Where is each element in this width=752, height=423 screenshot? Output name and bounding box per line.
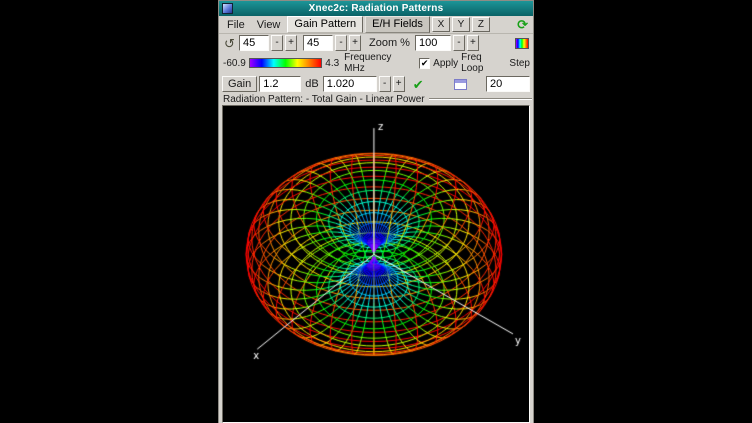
apply-label[interactable]: Apply [433,58,458,69]
radiation-plot-canvas[interactable] [223,106,530,423]
gain-row: Gain dB - + ✔ [219,75,533,93]
incline-decrement-button[interactable]: - [335,35,347,51]
x-axis-button[interactable]: X [432,17,450,32]
rotate-increment-button[interactable]: + [285,35,297,51]
pattern-frame-header: Radiation Pattern: - Total Gain - Linear… [219,93,533,105]
rotate-spinner[interactable] [239,35,269,51]
zoom-decrement-button[interactable]: - [453,35,465,51]
frequency-label: Frequency MHz [344,52,414,74]
apply-frequency-check-icon[interactable]: ✔ [413,78,424,91]
scale-min-value: -60.9 [223,58,246,69]
zoom-label: Zoom % [369,37,410,49]
titlebar[interactable]: Xnec2c: Radiation Patterns [219,1,533,16]
zoom-spinner[interactable] [415,35,451,51]
new-window-icon[interactable] [454,79,467,90]
gain-button[interactable]: Gain [222,76,257,92]
menu-file[interactable]: File [222,17,250,33]
steps-field[interactable] [486,76,530,92]
y-axis-button[interactable]: Y [452,17,470,32]
tab-eh-fields[interactable]: E/H Fields [365,16,430,33]
rotate-decrement-button[interactable]: - [271,35,283,51]
incline-increment-button[interactable]: + [349,35,361,51]
pattern-header-rule [429,98,532,100]
scale-max-value: 4.3 [325,58,339,69]
freq-loop-label[interactable]: Freq Loop [461,52,506,74]
radiation-plot-area [222,105,530,423]
menu-view[interactable]: View [252,17,286,33]
frequency-decrement-button[interactable]: - [379,76,391,92]
step-label: Step [509,58,530,69]
apply-checkbox[interactable]: ✔ [419,58,430,69]
menubar: File View Gain Pattern E/H Fields X Y Z … [219,16,533,34]
frequency-increment-button[interactable]: + [393,76,405,92]
window-icon [222,3,233,14]
view-controls-row: ↺ - + - + Zoom % - + [219,34,533,52]
frequency-spinner[interactable] [323,76,377,92]
zoom-increment-button[interactable]: + [467,35,479,51]
freq-loop-icon[interactable]: ⟳ [517,18,530,31]
xnec2c-radiation-patterns-window: Xnec2c: Radiation Patterns File View Gai… [218,0,534,423]
rotate-reset-icon[interactable]: ↺ [222,37,237,50]
incline-spinner[interactable] [303,35,333,51]
gain-value-field[interactable] [259,76,301,92]
colormap-icon[interactable] [515,38,529,49]
db-unit-label: dB [305,78,318,90]
desktop-background: Xnec2c: Radiation Patterns File View Gai… [0,0,752,423]
z-axis-button[interactable]: Z [472,17,490,32]
pattern-header-text: Radiation Pattern: - Total Gain - Linear… [223,94,425,105]
tab-gain-pattern[interactable]: Gain Pattern [287,16,363,33]
color-scale-row: -60.9 4.3 Frequency MHz ✔ Apply Freq Loo… [219,52,533,75]
window-title: Xnec2c: Radiation Patterns [236,1,516,16]
color-scale-gradient [249,58,322,68]
